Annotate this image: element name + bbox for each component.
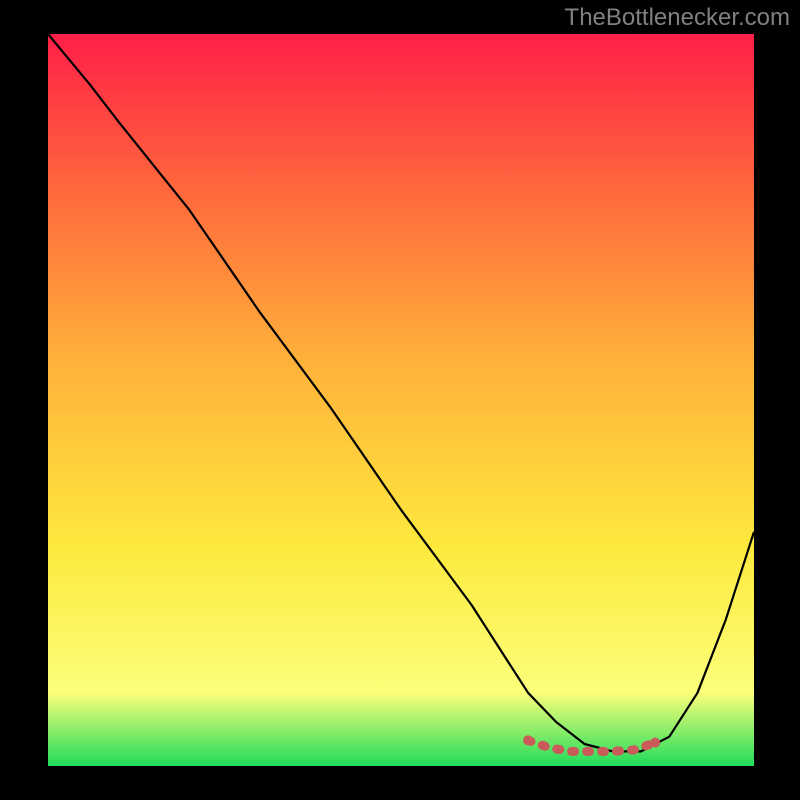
chart-frame: TheBottlenecker.com xyxy=(0,0,800,800)
optimal-range-end-dot xyxy=(650,738,660,748)
optimal-range-start-dot xyxy=(523,735,533,745)
bottleneck-chart xyxy=(0,0,800,800)
gradient-background xyxy=(48,34,754,766)
watermark-text: TheBottlenecker.com xyxy=(565,4,790,32)
